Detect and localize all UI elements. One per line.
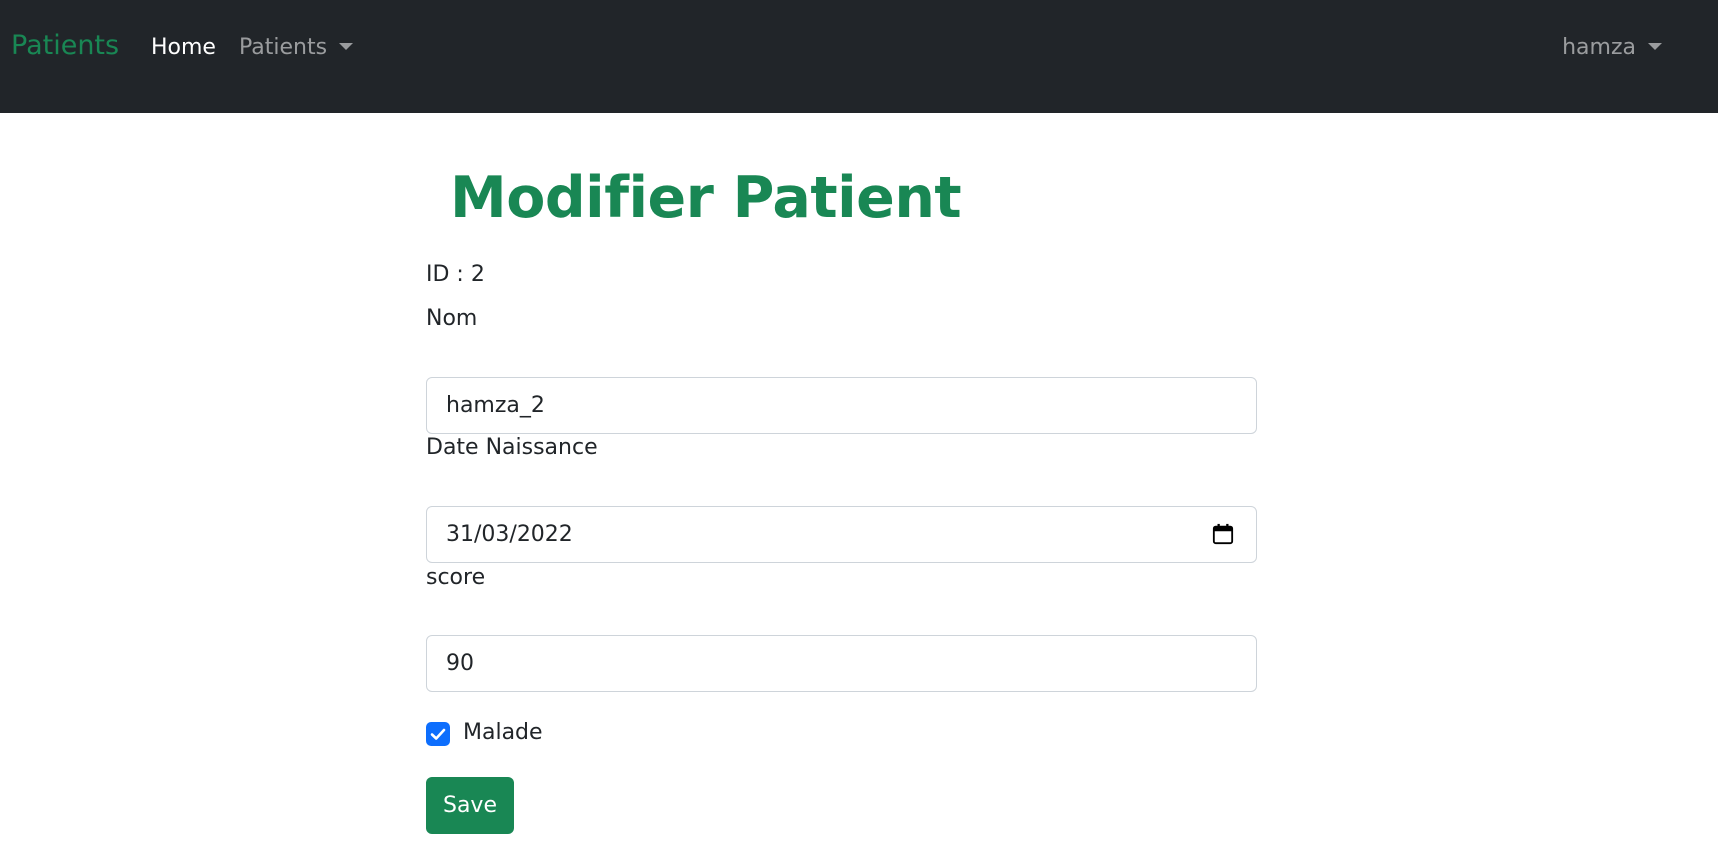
date-naissance-label: Date Naissance bbox=[426, 435, 598, 460]
score-label: score bbox=[426, 565, 486, 590]
caret-down-icon bbox=[1648, 43, 1662, 50]
nav-patients-dropdown[interactable]: Patients bbox=[239, 35, 354, 60]
nav-home-link[interactable]: Home bbox=[151, 35, 216, 60]
malade-label: Malade bbox=[463, 720, 543, 745]
nom-input[interactable] bbox=[426, 377, 1257, 434]
navbar-brand[interactable]: Patients bbox=[11, 30, 119, 61]
nav-patients-label: Patients bbox=[239, 35, 328, 60]
calendar-icon[interactable] bbox=[1212, 523, 1234, 545]
date-naissance-input[interactable]: 31/03/2022 bbox=[426, 506, 1257, 563]
page-title: Modifier Patient bbox=[450, 165, 962, 231]
user-name: hamza bbox=[1562, 35, 1636, 60]
navbar: Patients Home Patients hamza bbox=[0, 0, 1718, 113]
check-icon bbox=[430, 728, 446, 740]
user-dropdown[interactable]: hamza bbox=[1562, 35, 1662, 60]
date-naissance-value: 31/03/2022 bbox=[446, 522, 573, 547]
nom-label: Nom bbox=[426, 306, 478, 331]
caret-down-icon bbox=[339, 43, 354, 50]
save-button[interactable]: Save bbox=[426, 777, 514, 834]
score-input[interactable] bbox=[426, 635, 1257, 692]
patient-id: ID : 2 bbox=[426, 262, 485, 287]
malade-checkbox[interactable] bbox=[426, 722, 450, 746]
